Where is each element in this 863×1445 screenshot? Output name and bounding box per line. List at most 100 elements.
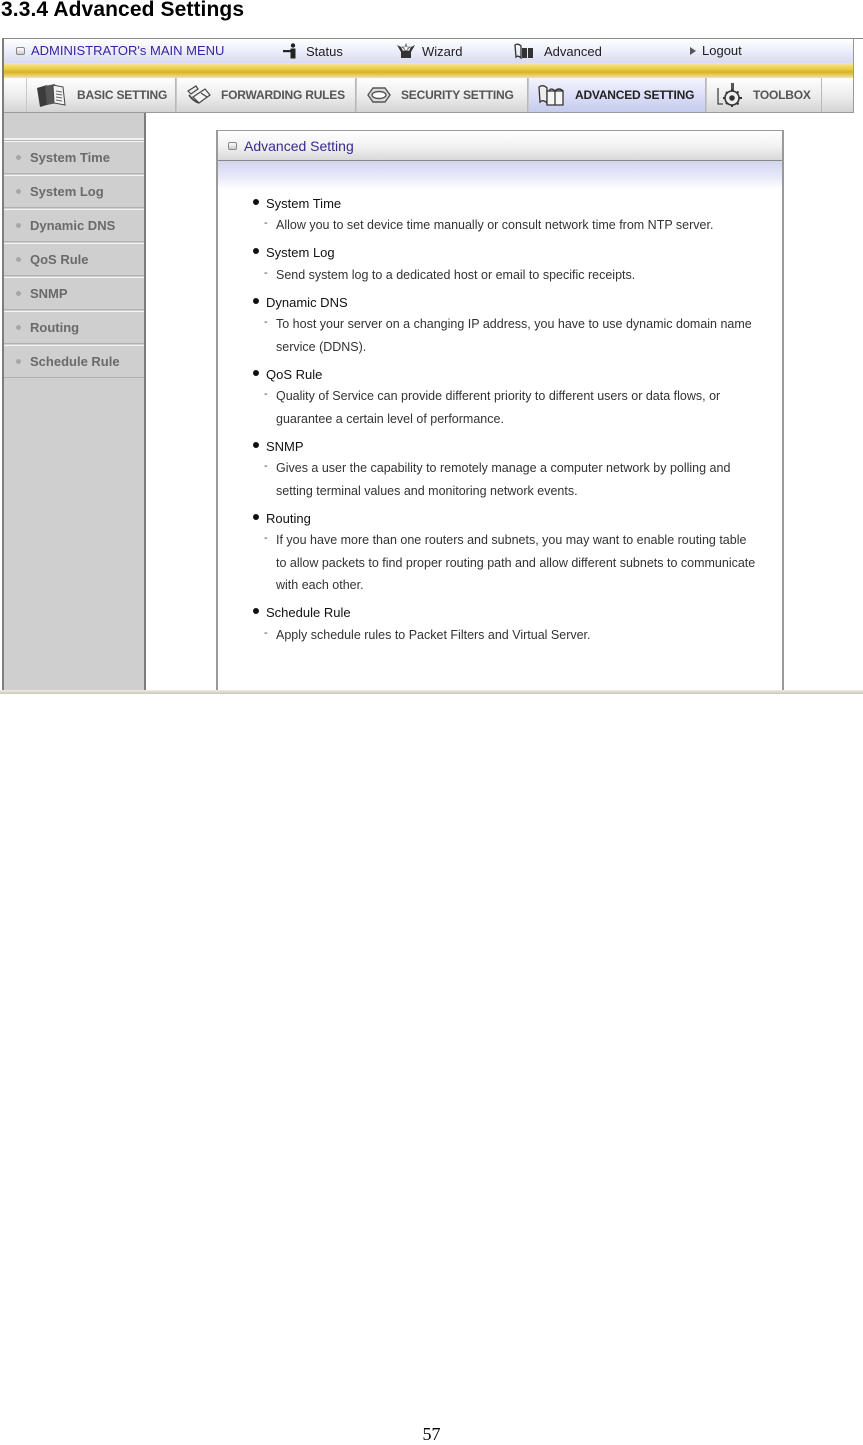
feature-item-schedule-rule: Schedule Rule - Apply schedule rules to P… xyxy=(253,602,782,647)
advanced-setting-panel: Advanced Setting System Time - Allow you … xyxy=(216,130,784,691)
menu-status-label: Status xyxy=(306,43,343,59)
panel-title: Advanced Setting xyxy=(244,137,354,154)
router-admin-screenshot: ADMINISTRATOR's MAIN MENU Status Wizard xyxy=(2,38,863,692)
tab-security-setting-label: SECURITY SETTING xyxy=(401,88,514,102)
feature-list: System Time - Allow you to set device tim… xyxy=(218,189,782,646)
feature-description: - Gives a user the capability to remotely… xyxy=(253,457,756,502)
dot-bullet-icon xyxy=(16,223,21,228)
status-person-icon xyxy=(283,43,296,59)
feature-title-text: Routing xyxy=(266,510,311,526)
dot-bullet-icon xyxy=(16,189,21,194)
gold-divider-bar xyxy=(4,63,854,78)
feature-title-text: SNMP xyxy=(266,438,304,454)
tab-basic-setting-label: BASIC SETTING xyxy=(77,88,168,102)
forwarding-icon xyxy=(187,85,211,104)
feature-item-routing: Routing - If you have more than one route… xyxy=(253,507,782,597)
feature-description-text: Gives a user the capability to remotely … xyxy=(276,461,731,498)
feature-title: System Time xyxy=(253,192,782,214)
sidebar-item-dynamic-dns[interactable]: Dynamic DNS xyxy=(4,209,144,242)
document-heading: 3.3.4 Advanced Settings xyxy=(1,0,245,21)
tab-forwarding-rules[interactable]: FORWARDING RULES xyxy=(176,78,356,112)
tab-toolbox-label: TOOLBOX xyxy=(753,88,811,102)
feature-description-text: If you have more than one routers and su… xyxy=(276,533,756,592)
feature-item-system-log: System Log - Send system log to a dedicat… xyxy=(253,242,782,287)
sidebar-item-label: Routing xyxy=(30,320,80,335)
main-menu-bar: ADMINISTRATOR's MAIN MENU Status Wizard xyxy=(4,39,854,63)
feature-title-text: System Time xyxy=(266,195,342,211)
menu-advanced-label: Advanced xyxy=(544,43,602,59)
dot-bullet-icon xyxy=(16,155,21,160)
panel-header-band xyxy=(218,161,782,189)
feature-description: - Quality of Service can provide differen… xyxy=(253,385,756,430)
sidebar-item-qos-rule[interactable]: QoS Rule xyxy=(4,243,144,276)
screenshot-bottom-border xyxy=(0,690,863,694)
sidebar-item-system-log[interactable]: System Log xyxy=(4,175,144,208)
feature-title-text: Schedule Rule xyxy=(266,605,351,620)
feature-description: - Allow you to set device time manually o… xyxy=(253,214,756,237)
main-menu-title: ADMINISTRATOR's MAIN MENU xyxy=(16,43,224,58)
feature-description-text: Send system log to a dedicated host or e… xyxy=(276,267,636,282)
sidebar-item-label: System Log xyxy=(30,184,104,199)
tab-advanced-setting[interactable]: ADVANCED SETTING xyxy=(528,78,706,112)
feature-title: Schedule Rule xyxy=(253,602,782,624)
sidebar-item-label: System Time xyxy=(30,150,110,165)
sidebar-item-label: QoS Rule xyxy=(30,252,89,267)
menu-logout[interactable]: Logout xyxy=(690,43,742,58)
feature-description: - Send system log to a dedicated host or … xyxy=(253,264,756,287)
advanced-sidebar: System Time System Log Dynamic DNS QoS R… xyxy=(4,113,146,691)
feature-description-text: Allow you to set device time manually or… xyxy=(276,218,714,232)
menu-advanced[interactable]: Advanced xyxy=(514,43,602,59)
panel-header: Advanced Setting xyxy=(218,131,782,161)
sidebar-header xyxy=(4,113,144,140)
dot-bullet-icon xyxy=(16,257,21,262)
square-bullet-icon xyxy=(228,141,237,150)
tab-security-setting[interactable]: SECURITY SETTING xyxy=(356,78,528,112)
feature-title: Routing xyxy=(253,507,782,529)
dash-icon: - xyxy=(264,626,268,639)
advanced-book-icon xyxy=(538,85,564,106)
square-bullet-icon xyxy=(16,46,25,55)
menu-status[interactable]: Status xyxy=(282,43,343,59)
dash-icon: - xyxy=(264,460,268,472)
bullet-icon xyxy=(253,608,259,614)
feature-title: QoS Rule xyxy=(253,363,782,385)
feature-title: SNMP xyxy=(253,435,782,457)
bullet-icon xyxy=(253,198,259,205)
tab-toolbox[interactable]: TOOLBOX xyxy=(706,78,822,112)
tab-advanced-setting-label: ADVANCED SETTING xyxy=(575,88,695,102)
folder-documents-icon xyxy=(37,84,66,107)
nut-icon xyxy=(367,87,391,103)
bullet-icon xyxy=(253,441,259,448)
sidebar-item-label: Dynamic DNS xyxy=(30,218,116,233)
wizard-icon xyxy=(397,43,415,58)
dash-icon: - xyxy=(264,217,268,229)
menu-wizard[interactable]: Wizard xyxy=(396,43,462,59)
dot-bullet-icon xyxy=(16,359,21,364)
feature-description: - Apply schedule rules to Packet Filters … xyxy=(253,624,756,647)
advanced-book-icon xyxy=(514,43,533,59)
feature-description: - To host your server on a changing IP ad… xyxy=(253,313,756,358)
feature-title: System Log xyxy=(253,242,782,264)
sidebar-item-schedule-rule[interactable]: Schedule Rule xyxy=(4,345,144,378)
main-menu-title-text: ADMINISTRATOR's MAIN MENU xyxy=(31,43,225,58)
feature-description-text: To host your server on a changing IP add… xyxy=(276,317,752,354)
dash-icon: - xyxy=(264,316,268,328)
bullet-icon xyxy=(253,369,259,376)
dot-bullet-icon xyxy=(16,325,21,330)
sidebar-item-routing[interactable]: Routing xyxy=(4,311,144,344)
dash-icon: - xyxy=(264,532,268,544)
sidebar-item-label: SNMP xyxy=(30,286,68,301)
bullet-icon xyxy=(253,297,259,304)
feature-title-text: Dynamic DNS xyxy=(266,294,348,310)
feature-description-text: Quality of Service can provide different… xyxy=(276,389,721,426)
dash-icon: - xyxy=(264,388,268,400)
feature-title: Dynamic DNS xyxy=(253,291,782,313)
menu-logout-label: Logout xyxy=(702,43,742,58)
tab-basic-setting[interactable]: BASIC SETTING xyxy=(26,78,176,112)
sidebar-item-system-time[interactable]: System Time xyxy=(4,141,144,174)
feature-title-text: QoS Rule xyxy=(266,366,323,382)
triangle-right-icon xyxy=(690,46,696,55)
dot-bullet-icon xyxy=(16,291,21,296)
dash-icon: - xyxy=(264,266,268,279)
sidebar-item-snmp[interactable]: SNMP xyxy=(4,277,144,310)
